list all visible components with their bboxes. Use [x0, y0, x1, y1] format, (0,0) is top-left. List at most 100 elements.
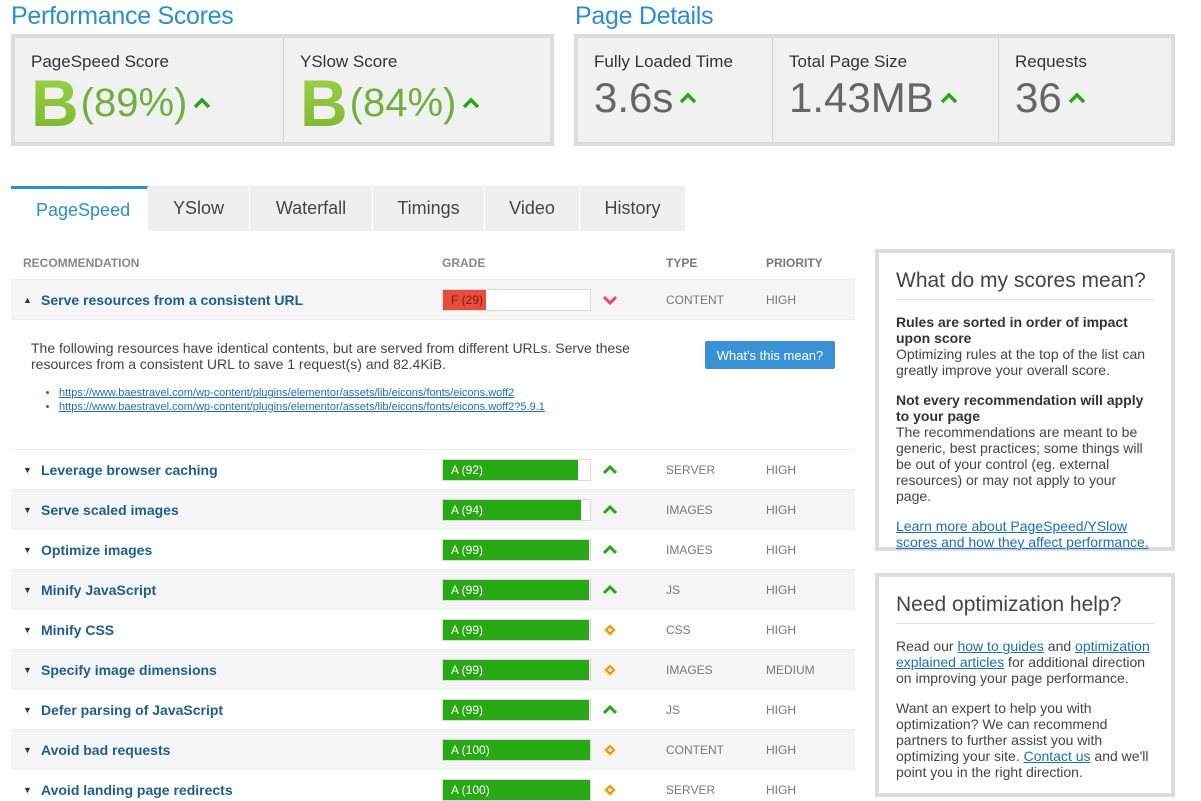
table-row[interactable]: ▼ Serve scaled images A (94) IMAGES HIGH	[11, 489, 855, 529]
tab-video[interactable]: Video	[485, 186, 580, 231]
grade-bar: A (100)	[442, 778, 591, 801]
resource-link[interactable]: https://www.baestravel.com/wp-content/pl…	[59, 400, 545, 414]
recommendation-priority: HIGH	[766, 582, 796, 597]
recommendation-priority: HIGH	[766, 782, 796, 797]
table-row[interactable]: ▼ Leverage browser caching A (92) SERVER HIG…	[11, 449, 855, 489]
recommendation-label[interactable]: Avoid landing page redirects	[41, 782, 233, 798]
recommendation-priority: MEDIUM	[766, 662, 815, 677]
resource-link[interactable]: https://www.baestravel.com/wp-content/pl…	[59, 386, 545, 400]
caret-up-icon[interactable]: ▲	[23, 295, 41, 305]
tab-timings[interactable]: Timings	[373, 186, 485, 231]
recommendation-priority: HIGH	[766, 542, 796, 557]
tab-pagespeed[interactable]: PageSpeed	[11, 186, 148, 231]
header-recommendation: RECOMMENDATION	[23, 256, 140, 270]
scores-help-paragraph: Rules are sorted in order of impact upon…	[896, 314, 1154, 378]
scores-help-title: What do my scores mean?	[896, 269, 1154, 300]
page-size-label: Total Page Size	[789, 52, 908, 71]
table-row[interactable]: ▼ Defer parsing of JavaScript A (99) JS HIGH	[11, 689, 855, 729]
pagespeed-percent: (89%)	[80, 80, 188, 125]
grade-fill: A (92)	[443, 459, 579, 480]
scores-help-link-wrap: Learn more about PageSpeed/YSlow scores …	[896, 518, 1154, 550]
total-page-size: Total Page Size 1.43MB	[773, 38, 999, 142]
caret-down-icon[interactable]: ▼	[23, 665, 41, 675]
recommendation-type: CONTENT	[666, 742, 724, 757]
page-details-title: Page Details	[575, 2, 714, 30]
grade-bar: A (99)	[442, 618, 591, 641]
table-row[interactable]: ▼ Avoid landing page redirects A (100) SERV…	[11, 769, 855, 801]
grade-bar: A (99)	[442, 698, 591, 721]
load-time-label: Fully Loaded Time	[594, 52, 733, 71]
recommendation-type: JS	[666, 702, 681, 717]
recommendation-type: SERVER	[666, 782, 716, 797]
recommendation-label[interactable]: Avoid bad requests	[41, 742, 170, 758]
recommendation-label[interactable]: Optimize images	[41, 542, 152, 558]
performance-scores-panel: PageSpeed Score B (89%) YSlow Score B (8…	[11, 34, 554, 146]
caret-down-icon[interactable]: ▼	[23, 745, 41, 755]
up-arrow-icon	[603, 463, 617, 477]
optimization-help-paragraph: Read our how to guides and optimization …	[896, 638, 1154, 686]
recommendation-details: The following resources have identical c…	[11, 319, 855, 449]
caret-down-icon[interactable]: ▼	[23, 545, 41, 555]
contact-us-link[interactable]: Contact us	[1024, 748, 1091, 764]
yslow-grade: B	[300, 66, 348, 140]
recommendation-type: SERVER	[666, 462, 716, 477]
table-row[interactable]: ▼ Avoid bad requests A (100) CONTENT HIGH	[11, 729, 855, 769]
recommendation-label[interactable]: Serve scaled images	[41, 502, 179, 518]
whats-this-mean-button[interactable]: What's this mean?	[705, 341, 835, 369]
caret-down-icon[interactable]: ▼	[23, 585, 41, 595]
recommendation-priority: HIGH	[766, 702, 796, 717]
up-arrow-icon	[603, 503, 617, 517]
requests: Requests 36	[999, 38, 1171, 142]
recommendation-type: CONTENT	[666, 292, 724, 307]
grade-bar: A (94)	[442, 498, 591, 521]
caret-down-icon[interactable]: ▼	[23, 705, 41, 715]
up-arrow-icon	[603, 703, 617, 717]
recommendation-type: IMAGES	[666, 502, 713, 517]
page-size-value: 1.43MB	[789, 74, 934, 121]
recommendation-priority: HIGH	[766, 462, 796, 477]
tab-waterfall[interactable]: Waterfall	[250, 186, 373, 231]
recommendation-label[interactable]: Leverage browser caching	[41, 462, 218, 478]
up-arrow-icon	[603, 583, 617, 597]
diamond-icon	[603, 743, 617, 757]
grade-fill: A (94)	[443, 499, 582, 520]
grade-fill: A (99)	[443, 539, 589, 560]
recommendation-label[interactable]: Serve resources from a consistent URL	[41, 292, 303, 308]
table-row[interactable]: ▼ Specify image dimensions A (99) IMAGES MED…	[11, 649, 855, 689]
recommendation-label[interactable]: Minify JavaScript	[41, 582, 156, 598]
diamond-icon	[603, 663, 617, 677]
diamond-icon	[603, 623, 617, 637]
scores-help-text: The recommendations are meant to be gene…	[896, 424, 1143, 504]
up-arrow-icon	[680, 92, 697, 104]
recommendation-label[interactable]: Specify image dimensions	[41, 662, 217, 678]
requests-label: Requests	[1015, 52, 1087, 71]
tab-history[interactable]: History	[580, 186, 686, 231]
optimization-help-paragraph: Want an expert to help you with optimiza…	[896, 700, 1154, 780]
table-row[interactable]: ▼ Optimize images A (99) IMAGES HIGH	[11, 529, 855, 569]
table-row[interactable]: ▼ Minify JavaScript A (99) JS HIGH	[11, 569, 855, 609]
recommendation-description: The following resources have identical c…	[31, 340, 630, 372]
grade-bar: A (99)	[442, 658, 591, 681]
caret-down-icon[interactable]: ▼	[23, 505, 41, 515]
yslow-percent: (84%)	[349, 80, 457, 125]
caret-down-icon[interactable]: ▼	[23, 785, 41, 795]
up-arrow-icon	[603, 543, 617, 557]
header-priority: PRIORITY	[766, 256, 823, 270]
grade-fill: A (99)	[443, 579, 589, 600]
table-row[interactable]: ▼ Minify CSS A (99) CSS HIGH	[11, 609, 855, 649]
chevron-down-icon	[603, 293, 617, 307]
load-time-value: 3.6s	[594, 74, 674, 121]
recommendation-label[interactable]: Defer parsing of JavaScript	[41, 702, 223, 718]
recommendation-label[interactable]: Minify CSS	[41, 622, 114, 638]
grade-fill: A (100)	[443, 739, 590, 760]
scores-help-paragraph: Not every recommendation will apply to y…	[896, 392, 1154, 504]
tab-yslow[interactable]: YSlow	[148, 186, 250, 231]
scores-help-heading: Rules are sorted in order of impact upon…	[896, 314, 1128, 346]
header-grade: GRADE	[442, 256, 486, 270]
table-row-expanded[interactable]: ▲ Serve resources from a consistent URL …	[11, 279, 855, 319]
caret-down-icon[interactable]: ▼	[23, 465, 41, 475]
learn-more-link[interactable]: Learn more about PageSpeed/YSlow scores …	[896, 518, 1149, 550]
caret-down-icon[interactable]: ▼	[23, 625, 41, 635]
how-to-guides-link[interactable]: how to guides	[957, 638, 1043, 654]
recommendation-priority: HIGH	[766, 292, 796, 307]
